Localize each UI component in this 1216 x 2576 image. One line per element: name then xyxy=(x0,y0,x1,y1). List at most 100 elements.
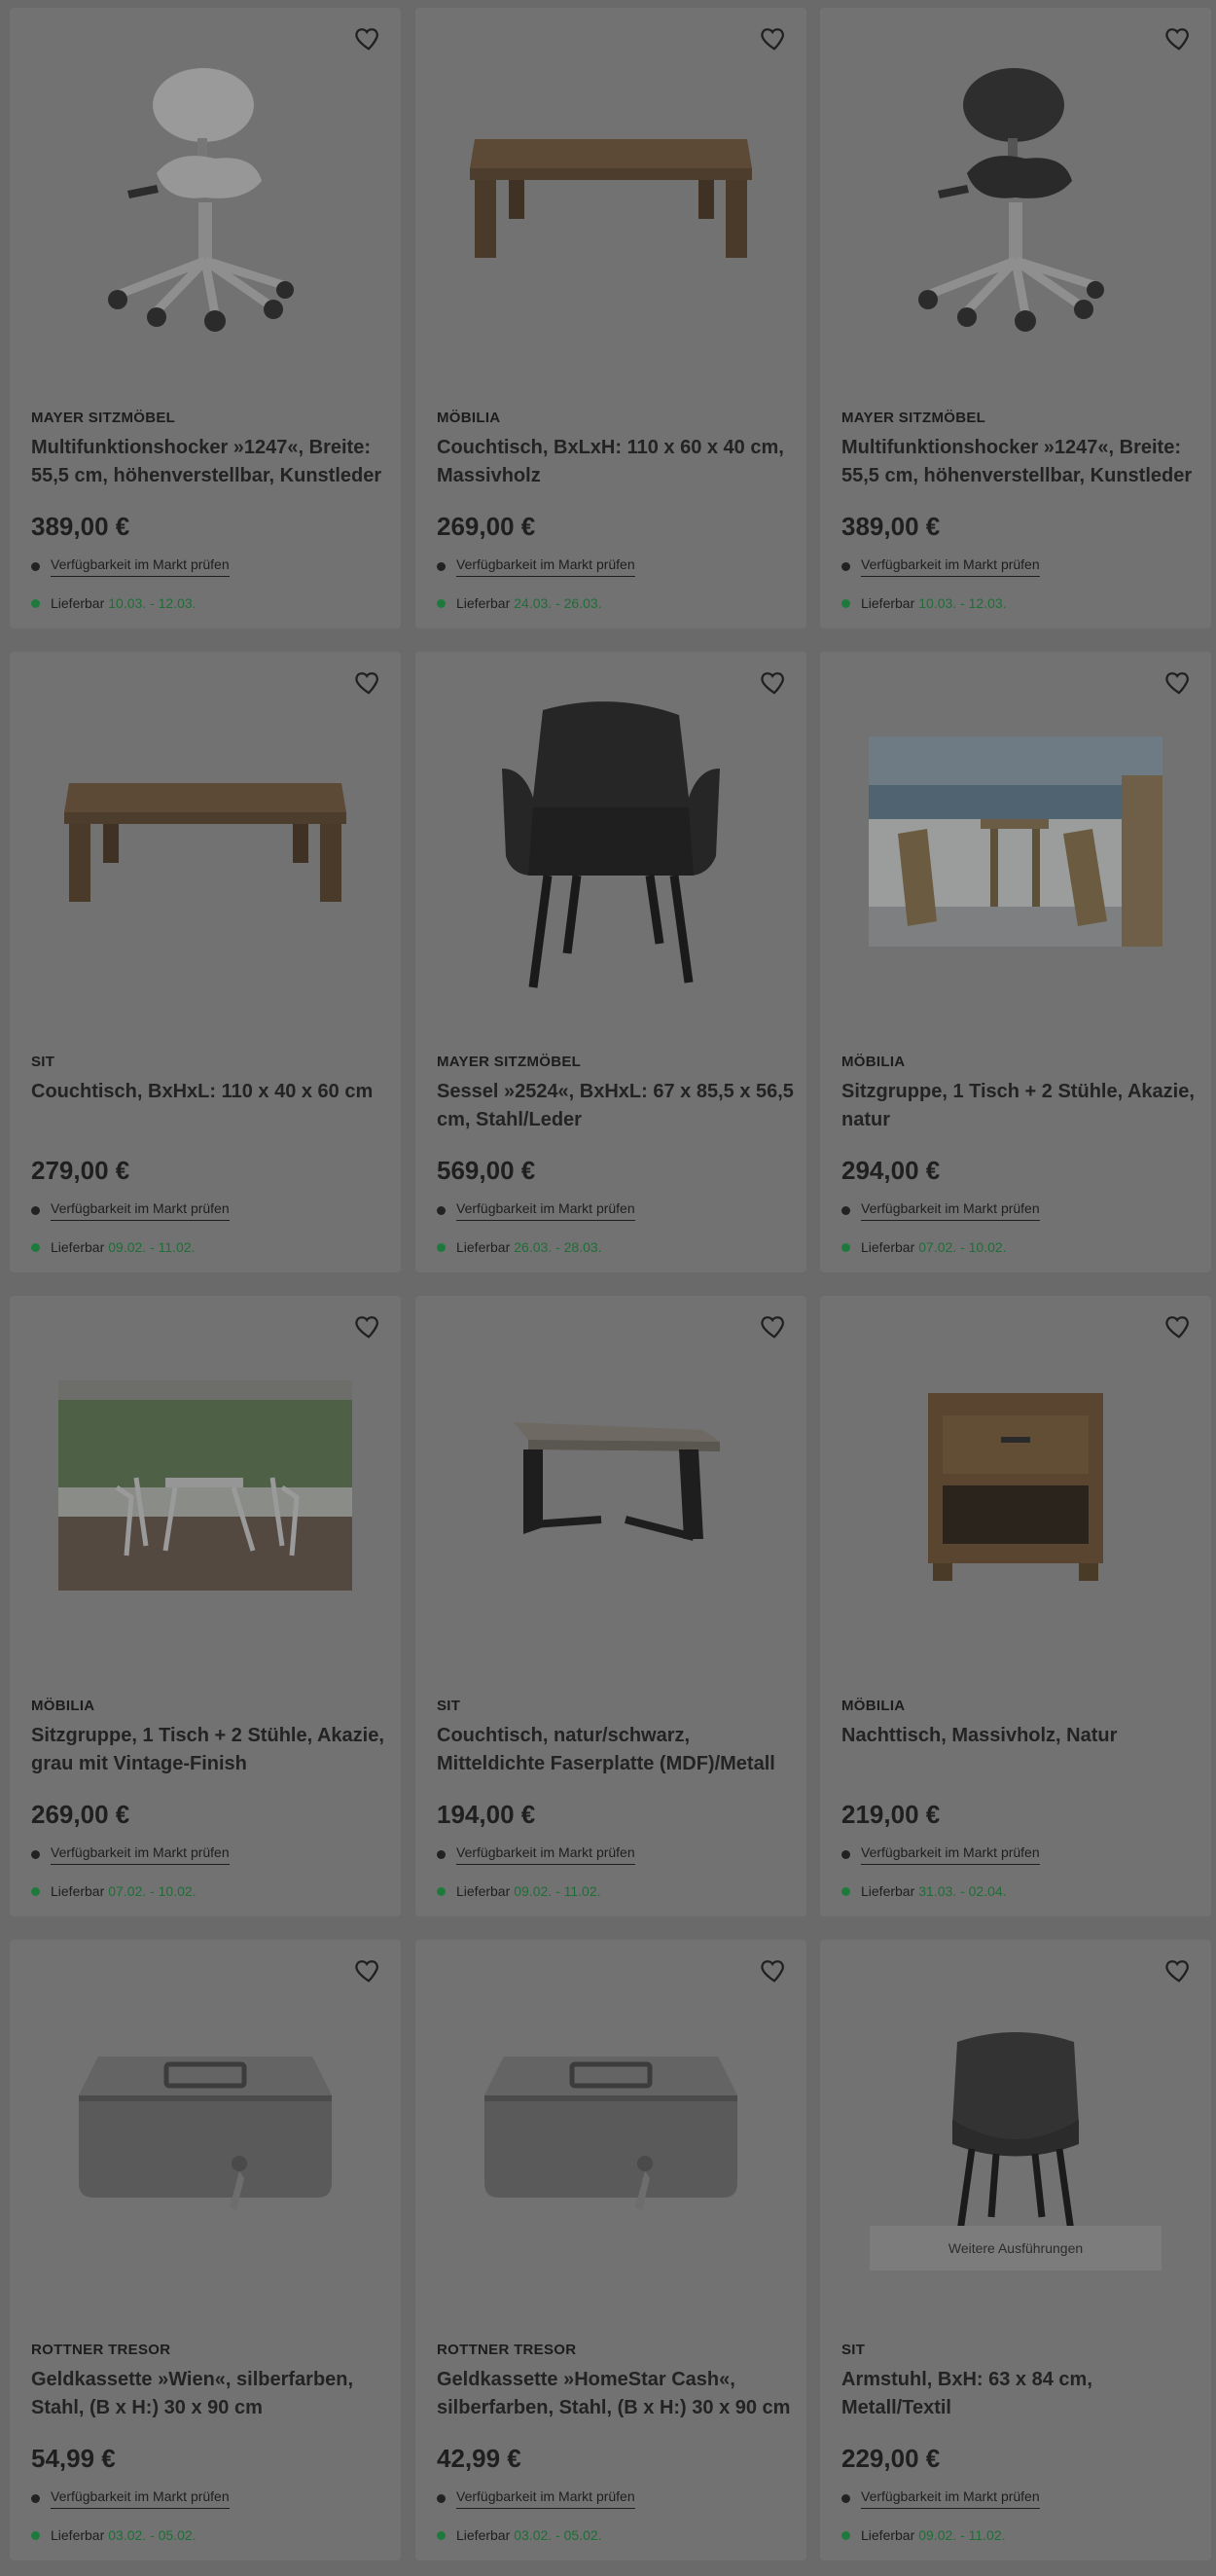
product-title[interactable]: Sitzgruppe, 1 Tisch + 2 Stühle, Akazie, … xyxy=(31,1722,391,1778)
delivery-date: 09.02. - 11.02. xyxy=(514,1883,601,1899)
check-availability-link[interactable]: Verfügbarkeit im Markt prüfen xyxy=(861,556,1040,577)
delivery-label: Lieferbar xyxy=(456,1883,511,1899)
delivery-status-dot-icon xyxy=(437,1242,446,1252)
wishlist-heart-icon[interactable] xyxy=(354,667,383,697)
product-title[interactable]: Sessel »2524«, BxHxL: 67 x 85,5 x 56,5 c… xyxy=(437,1078,797,1134)
product-price: 389,00 € xyxy=(31,512,130,541)
delivery-status-dot-icon xyxy=(841,598,850,608)
wishlist-heart-icon[interactable] xyxy=(354,1311,383,1341)
product-image[interactable] xyxy=(10,691,401,992)
product-image[interactable] xyxy=(415,691,806,992)
wishlist-heart-icon[interactable] xyxy=(1164,667,1194,697)
delivery-date: 24.03. - 26.03. xyxy=(514,595,602,611)
availability-dot-icon xyxy=(31,562,40,571)
check-availability-link[interactable]: Verfügbarkeit im Markt prüfen xyxy=(51,1200,230,1221)
wishlist-heart-icon[interactable] xyxy=(1164,23,1194,53)
product-card[interactable]: SIT Couchtisch, BxHxL: 110 x 40 x 60 cm … xyxy=(10,652,401,1272)
check-availability-link[interactable]: Verfügbarkeit im Markt prüfen xyxy=(51,556,230,577)
delivery-status-dot-icon xyxy=(841,1886,850,1896)
product-title[interactable]: Couchtisch, natur/schwarz, Mitteldichte … xyxy=(437,1722,797,1778)
product-card[interactable]: ROTTNER TRESOR Geldkassette »HomeStar Ca… xyxy=(415,1940,806,2560)
check-availability-link[interactable]: Verfügbarkeit im Markt prüfen xyxy=(51,2488,230,2509)
product-card[interactable]: MAYER SITZMÖBEL Multifunktionshocker »12… xyxy=(10,8,401,628)
check-availability-link[interactable]: Verfügbarkeit im Markt prüfen xyxy=(456,1844,635,1865)
product-title[interactable]: Couchtisch, BxLxH: 110 x 60 x 40 cm, Mas… xyxy=(437,434,797,490)
product-price: 389,00 € xyxy=(841,512,941,541)
wishlist-heart-icon[interactable] xyxy=(760,1311,789,1341)
product-brand: SIT xyxy=(841,2342,866,2358)
wishlist-heart-icon[interactable] xyxy=(1164,1955,1194,1985)
product-brand: MÖBILIA xyxy=(31,1698,95,1714)
product-card[interactable]: Weitere Ausführungen SIT Armstuhl, BxH: … xyxy=(820,1940,1211,2560)
delivery-label: Lieferbar xyxy=(456,2527,511,2543)
product-card[interactable]: ROTTNER TRESOR Geldkassette »Wien«, silb… xyxy=(10,1940,401,2560)
product-image[interactable] xyxy=(415,1335,806,1636)
delivery-status-dot-icon xyxy=(437,1886,446,1896)
availability-dot-icon xyxy=(841,2494,850,2503)
product-image[interactable]: Weitere Ausführungen xyxy=(820,1979,1211,2280)
product-title[interactable]: Geldkassette »Wien«, silberfarben, Stahl… xyxy=(31,2366,391,2422)
product-title[interactable]: Armstuhl, BxH: 63 x 84 cm, Metall/Textil xyxy=(841,2366,1201,2422)
product-title[interactable]: Couchtisch, BxHxL: 110 x 40 x 60 cm xyxy=(31,1078,391,1106)
check-availability-link[interactable]: Verfügbarkeit im Markt prüfen xyxy=(456,556,635,577)
delivery-row: Lieferbar 09.02. - 11.02. xyxy=(841,2527,1006,2543)
delivery-label: Lieferbar xyxy=(861,1239,915,1255)
product-card[interactable]: MAYER SITZMÖBEL Sessel »2524«, BxHxL: 67… xyxy=(415,652,806,1272)
product-title[interactable]: Nachttisch, Massivholz, Natur xyxy=(841,1722,1201,1750)
availability-row: Verfügbarkeit im Markt prüfen xyxy=(841,556,1040,577)
wishlist-heart-icon[interactable] xyxy=(760,23,789,53)
wishlist-heart-icon[interactable] xyxy=(760,667,789,697)
product-image[interactable] xyxy=(10,1979,401,2280)
delivery-row: Lieferbar 31.03. - 02.04. xyxy=(841,1883,1007,1899)
delivery-date: 10.03. - 12.03. xyxy=(918,595,1007,611)
product-image[interactable] xyxy=(415,1979,806,2280)
delivery-label: Lieferbar xyxy=(456,1239,511,1255)
delivery-row: Lieferbar 10.03. - 12.03. xyxy=(31,595,197,611)
product-title[interactable]: Sitzgruppe, 1 Tisch + 2 Stühle, Akazie, … xyxy=(841,1078,1201,1134)
product-price: 54,99 € xyxy=(31,2444,116,2473)
availability-row: Verfügbarkeit im Markt prüfen xyxy=(437,1844,635,1865)
delivery-label: Lieferbar xyxy=(456,595,511,611)
product-card[interactable]: MAYER SITZMÖBEL Multifunktionshocker »12… xyxy=(820,8,1211,628)
product-brand: SIT xyxy=(437,1698,461,1714)
check-availability-link[interactable]: Verfügbarkeit im Markt prüfen xyxy=(456,1200,635,1221)
delivery-row: Lieferbar 03.02. - 05.02. xyxy=(31,2527,197,2543)
availability-row: Verfügbarkeit im Markt prüfen xyxy=(31,1200,230,1221)
product-title[interactable]: Multifunktionshocker »1247«, Breite: 55,… xyxy=(31,434,391,490)
product-brand: MAYER SITZMÖBEL xyxy=(31,410,176,426)
product-brand: MAYER SITZMÖBEL xyxy=(841,410,986,426)
product-image[interactable] xyxy=(10,1335,401,1636)
product-image[interactable] xyxy=(415,47,806,348)
product-brand: ROTTNER TRESOR xyxy=(437,2342,577,2358)
delivery-status-dot-icon xyxy=(31,1242,40,1252)
product-card[interactable]: MÖBILIA Sitzgruppe, 1 Tisch + 2 Stühle, … xyxy=(820,652,1211,1272)
wishlist-heart-icon[interactable] xyxy=(1164,1311,1194,1341)
delivery-date: 07.02. - 10.02. xyxy=(108,1883,197,1899)
delivery-status-dot-icon xyxy=(31,2530,40,2540)
product-price: 269,00 € xyxy=(437,512,536,541)
product-image[interactable] xyxy=(820,47,1211,348)
product-price: 229,00 € xyxy=(841,2444,941,2473)
wishlist-heart-icon[interactable] xyxy=(354,1955,383,1985)
product-image[interactable] xyxy=(820,1335,1211,1636)
check-availability-link[interactable]: Verfügbarkeit im Markt prüfen xyxy=(861,1200,1040,1221)
check-availability-link[interactable]: Verfügbarkeit im Markt prüfen xyxy=(51,1844,230,1865)
product-title[interactable]: Geldkassette »HomeStar Cash«, silberfarb… xyxy=(437,2366,797,2422)
check-availability-link[interactable]: Verfügbarkeit im Markt prüfen xyxy=(456,2488,635,2509)
more-variants-button[interactable]: Weitere Ausführungen xyxy=(870,2226,1162,2271)
availability-row: Verfügbarkeit im Markt prüfen xyxy=(841,1844,1040,1865)
check-availability-link[interactable]: Verfügbarkeit im Markt prüfen xyxy=(861,1844,1040,1865)
delivery-label: Lieferbar xyxy=(51,595,105,611)
availability-row: Verfügbarkeit im Markt prüfen xyxy=(841,1200,1040,1221)
product-image[interactable] xyxy=(820,691,1211,992)
product-image[interactable] xyxy=(10,47,401,348)
product-title[interactable]: Multifunktionshocker »1247«, Breite: 55,… xyxy=(841,434,1201,490)
product-card[interactable]: MÖBILIA Nachttisch, Massivholz, Natur 21… xyxy=(820,1296,1211,1916)
product-card[interactable]: SIT Couchtisch, natur/schwarz, Mitteldic… xyxy=(415,1296,806,1916)
check-availability-link[interactable]: Verfügbarkeit im Markt prüfen xyxy=(861,2488,1040,2509)
delivery-row: Lieferbar 03.02. - 05.02. xyxy=(437,2527,602,2543)
wishlist-heart-icon[interactable] xyxy=(760,1955,789,1985)
wishlist-heart-icon[interactable] xyxy=(354,23,383,53)
product-card[interactable]: MÖBILIA Couchtisch, BxLxH: 110 x 60 x 40… xyxy=(415,8,806,628)
product-card[interactable]: MÖBILIA Sitzgruppe, 1 Tisch + 2 Stühle, … xyxy=(10,1296,401,1916)
